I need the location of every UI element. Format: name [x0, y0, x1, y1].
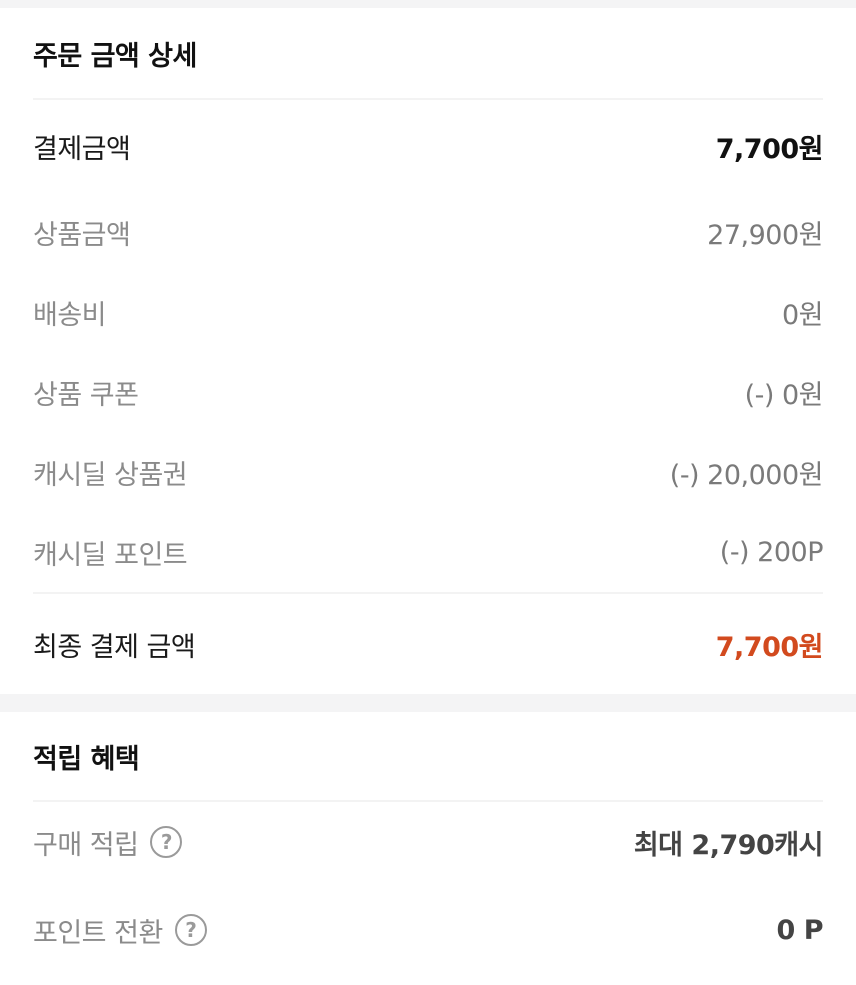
point-conversion-value: 0 P — [776, 914, 824, 946]
question-circle-icon[interactable]: ? — [150, 826, 183, 858]
point-conversion-label-wrap: 포인트 전환 ? — [33, 911, 207, 950]
cashdeal-giftcard-label: 캐시딜 상품권 — [33, 459, 188, 491]
final-payment-value: 7,700원 — [715, 631, 824, 663]
purchase-reward-value: 최대 2,790캐시 — [633, 829, 824, 861]
order-amount-title: 주문 금액 상세 — [33, 8, 823, 100]
product-coupon-row: 상품 쿠폰 (-) 0원 — [33, 352, 824, 432]
shipping-fee-value: 0원 — [781, 299, 824, 331]
shipping-fee-label: 배송비 — [33, 299, 107, 331]
cashdeal-point-label: 캐시딜 포인트 — [33, 539, 188, 571]
rewards-section: 적립 혜택 구매 적립 ? 최대 2,790캐시 포인트 전환 ? 0 P — [0, 712, 856, 978]
cashdeal-giftcard-row: 캐시딜 상품권 (-) 20,000원 — [33, 432, 824, 512]
product-coupon-value: (-) 0원 — [744, 379, 824, 411]
question-circle-icon[interactable]: ? — [174, 914, 207, 946]
point-conversion-row: 포인트 전환 ? 0 P — [33, 882, 824, 978]
shipping-fee-row: 배송비 0원 — [33, 272, 824, 352]
payment-amount-label: 결제금액 — [33, 133, 131, 165]
purchase-reward-label: 구매 적립 — [33, 829, 139, 861]
product-coupon-label: 상품 쿠폰 — [33, 379, 139, 411]
rewards-title: 적립 혜택 — [33, 712, 823, 802]
purchase-reward-row: 구매 적립 ? 최대 2,790캐시 — [33, 802, 824, 882]
product-amount-row: 상품금액 27,900원 — [33, 192, 823, 272]
payment-amount-row: 결제금액 7,700원 — [33, 100, 824, 192]
final-payment-row: 최종 결제 금액 7,700원 — [33, 592, 824, 694]
cashdeal-giftcard-value: (-) 20,000원 — [669, 459, 824, 491]
order-amount-section: 주문 금액 상세 결제금액 7,700원 상품금액 27,900원 배송비 0원… — [0, 8, 856, 694]
point-conversion-label: 포인트 전환 — [33, 917, 163, 949]
product-amount-label: 상품금액 — [33, 219, 131, 251]
product-amount-value: 27,900원 — [707, 219, 823, 251]
final-payment-label: 최종 결제 금액 — [33, 631, 196, 663]
top-divider-band — [0, 0, 856, 8]
cashdeal-point-value: (-) 200P — [719, 536, 824, 568]
purchase-reward-label-wrap: 구매 적립 ? — [33, 823, 183, 862]
cashdeal-point-row: 캐시딜 포인트 (-) 200P — [33, 512, 824, 592]
payment-amount-value: 7,700원 — [715, 133, 824, 165]
section-divider-band — [0, 694, 856, 712]
